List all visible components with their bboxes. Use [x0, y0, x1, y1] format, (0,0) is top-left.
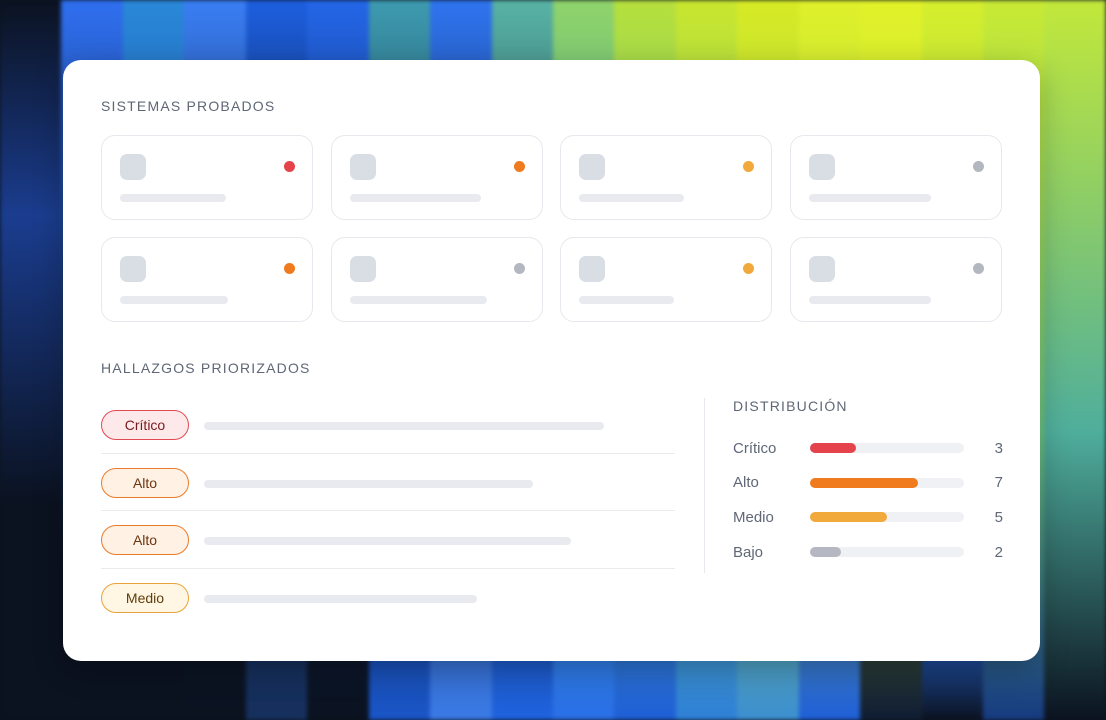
system-icon-placeholder — [120, 154, 146, 180]
system-name-placeholder — [120, 296, 228, 304]
distribution-count: 3 — [994, 439, 1003, 457]
status-dot-icon — [972, 263, 984, 274]
system-tile[interactable] — [560, 135, 773, 220]
system-icon-placeholder — [349, 154, 376, 180]
finding-description-placeholder — [204, 479, 533, 488]
systems-grid — [101, 135, 1002, 322]
system-name-placeholder — [349, 194, 481, 202]
system-icon-placeholder — [579, 154, 606, 180]
distribution-bar-track — [810, 443, 964, 454]
severity-badge: Alto — [101, 467, 189, 498]
status-dot-icon — [972, 161, 984, 172]
distribution-row: Alto 7 — [733, 466, 1003, 501]
severity-badge: Alto — [101, 525, 189, 555]
distribution-rows: Crítico 3 Alto 7 Medio 5 Bajo 2 — [733, 431, 1003, 569]
status-dot-icon — [284, 161, 295, 172]
distribution-bar-fill — [810, 477, 918, 488]
finding-row[interactable]: Medio — [101, 569, 675, 627]
distribution-bar-fill — [810, 512, 887, 523]
systems-section-title: SISTEMAS PROBADOS — [101, 98, 276, 114]
distribution-count: 7 — [994, 474, 1003, 492]
system-name-placeholder — [808, 296, 931, 304]
system-icon-placeholder — [349, 256, 376, 282]
distribution-label: Medio — [733, 508, 774, 526]
system-name-placeholder — [579, 194, 685, 202]
system-icon-placeholder — [808, 154, 835, 180]
system-icon-placeholder — [579, 256, 606, 282]
distribution-bar-track — [810, 547, 964, 558]
distribution-bar-fill — [810, 443, 857, 454]
status-dot-icon — [743, 263, 755, 274]
distribution-count: 5 — [994, 508, 1003, 526]
system-name-placeholder — [579, 296, 675, 304]
distribution-bar-fill — [810, 547, 841, 558]
distribution-label: Crítico — [733, 439, 777, 457]
findings-list: Crítico Alto Alto Medio — [101, 396, 675, 626]
system-tile[interactable] — [101, 135, 313, 220]
finding-row[interactable]: Crítico — [101, 396, 675, 454]
system-tile[interactable] — [101, 237, 313, 322]
system-tile[interactable] — [789, 135, 1002, 220]
severity-badge: Medio — [101, 582, 189, 613]
distribution-row: Crítico 3 — [733, 431, 1003, 466]
system-icon-placeholder — [808, 256, 835, 282]
severity-badge: Crítico — [101, 410, 189, 440]
finding-description-placeholder — [204, 537, 571, 545]
finding-row[interactable]: Alto — [101, 454, 675, 511]
status-dot-icon — [743, 161, 755, 172]
system-tile[interactable] — [330, 237, 543, 322]
distribution-panel: DISTRIBUCIÓN Crítico 3 Alto 7 Medio 5 Bajo 2 — [733, 398, 1003, 569]
system-name-placeholder — [349, 296, 487, 304]
findings-section-title: HALLAZGOS PRIORIZADOS — [101, 360, 311, 376]
distribution-row: Bajo 2 — [733, 535, 1003, 570]
system-tile[interactable] — [789, 237, 1002, 322]
distribution-label: Bajo — [733, 543, 764, 561]
distribution-count: 2 — [994, 543, 1003, 561]
finding-description-placeholder — [204, 594, 477, 603]
section-divider — [704, 398, 705, 573]
finding-description-placeholder — [204, 422, 604, 430]
status-dot-icon — [513, 161, 525, 172]
dashboard-card: SISTEMAS PROBADOS HALLAZGOS PRIORIZADOS … — [63, 60, 1040, 661]
distribution-row: Medio 5 — [733, 500, 1003, 535]
distribution-bar-track — [810, 477, 964, 488]
system-name-placeholder — [808, 194, 931, 202]
distribution-bar-track — [810, 512, 964, 523]
system-icon-placeholder — [120, 256, 146, 282]
finding-row[interactable]: Alto — [101, 511, 675, 569]
system-name-placeholder — [120, 194, 226, 202]
distribution-title: DISTRIBUCIÓN — [733, 398, 848, 414]
distribution-label: Alto — [733, 474, 759, 492]
system-tile[interactable] — [330, 135, 543, 220]
status-dot-icon — [513, 263, 525, 274]
status-dot-icon — [284, 263, 295, 274]
system-tile[interactable] — [560, 237, 773, 322]
